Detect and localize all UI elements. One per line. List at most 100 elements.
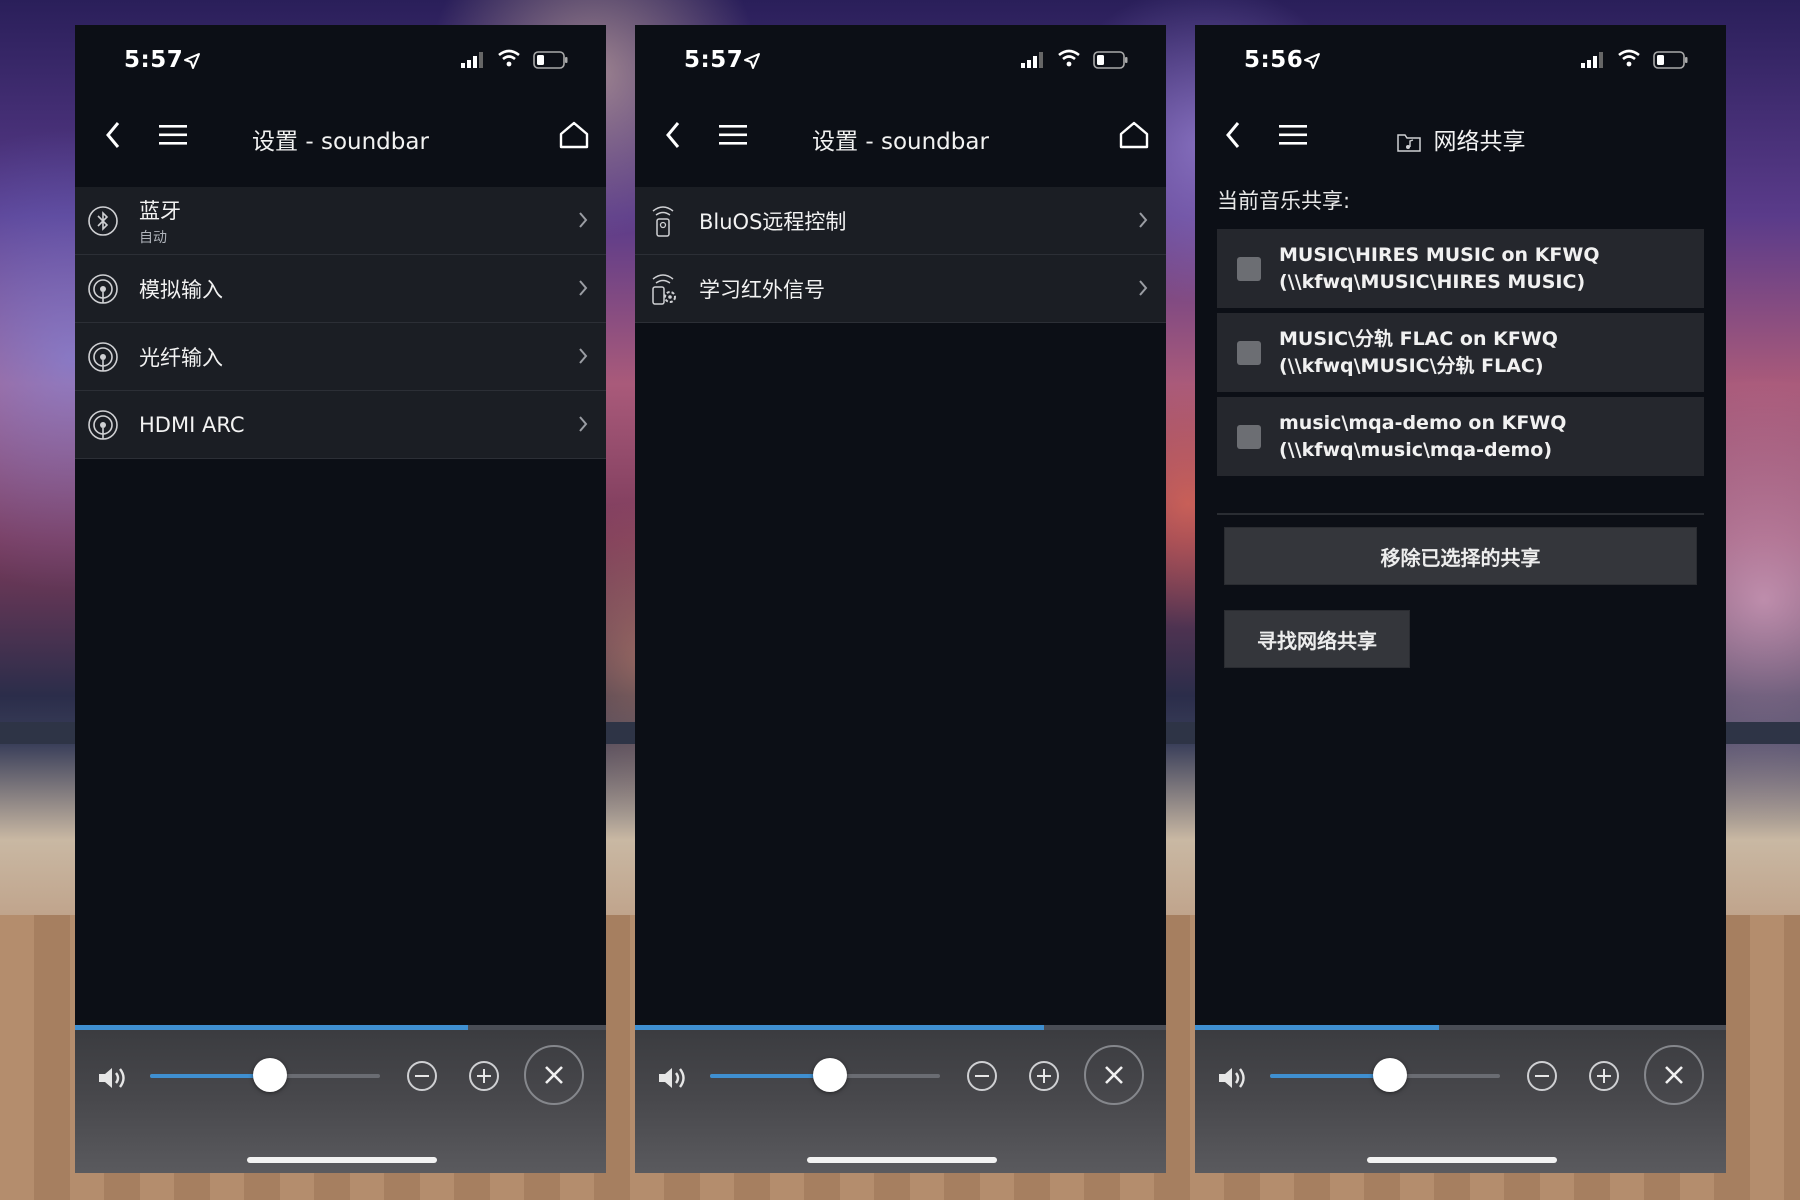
back-button[interactable] [93, 115, 133, 155]
close-icon [545, 1066, 563, 1084]
infrared-settings-icon [652, 274, 676, 305]
location-arrow-icon [744, 53, 760, 69]
row-label: 模拟输入 [139, 277, 223, 302]
home-icon [1119, 121, 1149, 149]
playback-progress[interactable] [1195, 1025, 1726, 1030]
settings-row-bluos-remote[interactable]: BluOS远程控制 [635, 187, 1166, 255]
home-indicator[interactable] [1367, 1157, 1557, 1163]
bluetooth-icon [88, 206, 118, 236]
volume-slider-knob[interactable] [812, 1058, 847, 1092]
page-title: 设置 - soundbar [812, 129, 989, 155]
status-bar: 5:57 [635, 25, 1166, 95]
chevron-left-icon [666, 122, 680, 148]
cellular-signal-icon [1021, 52, 1043, 68]
remote-control-icon [652, 206, 674, 237]
volume-slider-knob[interactable] [1372, 1058, 1407, 1092]
row-label: 学习红外信号 [699, 277, 825, 302]
settings-row-learn-ir[interactable]: 学习红外信号 [635, 255, 1166, 323]
chevron-left-icon [106, 122, 120, 148]
volume-up-button[interactable] [469, 1061, 499, 1091]
hamburger-menu-icon [719, 125, 747, 145]
chevron-right-icon [579, 280, 588, 296]
share-name: MUSIC\HIRES MUSIC on KFWQ [1279, 243, 1600, 266]
close-player-button[interactable] [524, 1045, 584, 1105]
share-path: (\\kfwq\MUSIC\分轨 FLAC) [1279, 354, 1544, 377]
volume-down-button[interactable] [1527, 1061, 1557, 1091]
volume-slider[interactable] [1270, 1058, 1500, 1092]
cellular-signal-icon [461, 52, 483, 68]
volume-up-button[interactable] [1589, 1061, 1619, 1091]
chevron-right-icon [1139, 280, 1148, 296]
volume-down-button[interactable] [967, 1061, 997, 1091]
playback-progress[interactable] [75, 1025, 606, 1030]
cellular-signal-icon [1581, 52, 1603, 68]
row-label: BluOS远程控制 [699, 209, 847, 234]
shares-list: MUSIC\HIRES MUSIC on KFWQ (\\kfwq\MUSIC\… [1217, 227, 1704, 479]
settings-row-analog-input[interactable]: 模拟输入 [75, 255, 606, 323]
home-indicator[interactable] [807, 1157, 997, 1163]
share-checkbox[interactable] [1237, 341, 1261, 365]
playback-progress-fill [1195, 1025, 1440, 1030]
chevron-left-icon [1226, 122, 1240, 148]
chevron-right-icon [579, 212, 588, 228]
volume-slider[interactable] [710, 1058, 940, 1092]
settings-list: BluOS远程控制 学习红外信号 [635, 187, 1166, 323]
row-label: 蓝牙 [139, 198, 181, 223]
chevron-right-icon [579, 416, 588, 432]
home-indicator[interactable] [247, 1157, 437, 1163]
chevron-right-icon [1139, 212, 1148, 228]
share-checkbox[interactable] [1237, 257, 1261, 281]
close-player-button[interactable] [1644, 1045, 1704, 1105]
input-icon [88, 342, 118, 372]
input-icon [88, 410, 118, 440]
app-header: 设置 - soundbar [635, 95, 1166, 187]
volume-slider-knob[interactable] [252, 1058, 287, 1092]
volume-down-button[interactable] [407, 1061, 437, 1091]
divider [1217, 513, 1704, 515]
share-name: MUSIC\分轨 FLAC on KFWQ [1279, 327, 1558, 350]
home-button[interactable] [1114, 115, 1154, 155]
speaker-volume-icon[interactable] [97, 1065, 129, 1091]
row-label: HDMI ARC [139, 412, 245, 437]
settings-row-bluetooth[interactable]: 蓝牙 自动 [75, 187, 606, 255]
status-time: 5:56 [1244, 47, 1304, 73]
home-button[interactable] [554, 115, 594, 155]
remove-selected-shares-button[interactable]: 移除已选择的共享 [1224, 527, 1697, 585]
volume-up-button[interactable] [1029, 1061, 1059, 1091]
playback-progress-fill [75, 1025, 468, 1030]
volume-slider[interactable] [150, 1058, 380, 1092]
playback-progress-fill [635, 1025, 1044, 1030]
share-row: MUSIC\HIRES MUSIC on KFWQ (\\kfwq\MUSIC\… [1217, 227, 1704, 308]
phone-screen-settings-remote: 5:57 设置 - soundbar BluOS远程控制 学习红外信号 [635, 25, 1166, 1173]
close-player-button[interactable] [1084, 1045, 1144, 1105]
phone-screen-settings-inputs: 5:57 设置 - soundbar 蓝牙 自动 模拟输入 光纤输入 HDMI … [75, 25, 606, 1173]
hamburger-menu-icon [1279, 125, 1307, 145]
player-bar [1195, 1025, 1726, 1173]
share-checkbox[interactable] [1237, 425, 1261, 449]
shares-heading: 当前音乐共享: [1217, 189, 1351, 213]
back-button[interactable] [653, 115, 693, 155]
battery-icon [1653, 51, 1688, 69]
hamburger-menu-icon [159, 125, 187, 145]
settings-row-hdmi-arc[interactable]: HDMI ARC [75, 391, 606, 459]
page-title: 设置 - soundbar [252, 129, 429, 155]
speaker-volume-icon[interactable] [1217, 1065, 1249, 1091]
close-icon [1665, 1066, 1683, 1084]
chevron-right-icon [579, 348, 588, 364]
settings-row-optical-input[interactable]: 光纤输入 [75, 323, 606, 391]
share-path: (\\kfwq\MUSIC\HIRES MUSIC) [1279, 270, 1586, 293]
share-name: music\mqa-demo on KFWQ [1279, 411, 1567, 434]
speaker-volume-icon[interactable] [657, 1065, 689, 1091]
battery-icon [1093, 51, 1128, 69]
status-time: 5:57 [124, 47, 184, 73]
phone-screen-network-shares: 5:56 网络共享 当前音乐共享: MUSIC\HIRES MUSIC on K… [1195, 25, 1726, 1173]
volume-slider-fill [710, 1074, 830, 1078]
location-arrow-icon [184, 53, 200, 69]
playback-progress[interactable] [635, 1025, 1166, 1030]
page-title-container: 网络共享 [1305, 122, 1616, 156]
back-button[interactable] [1213, 115, 1253, 155]
share-row: music\mqa-demo on KFWQ (\\kfwq\music\mqa… [1217, 395, 1704, 476]
find-network-shares-button[interactable]: 寻找网络共享 [1224, 610, 1410, 668]
status-bar: 5:57 [75, 25, 606, 95]
status-bar: 5:56 [1195, 25, 1726, 95]
